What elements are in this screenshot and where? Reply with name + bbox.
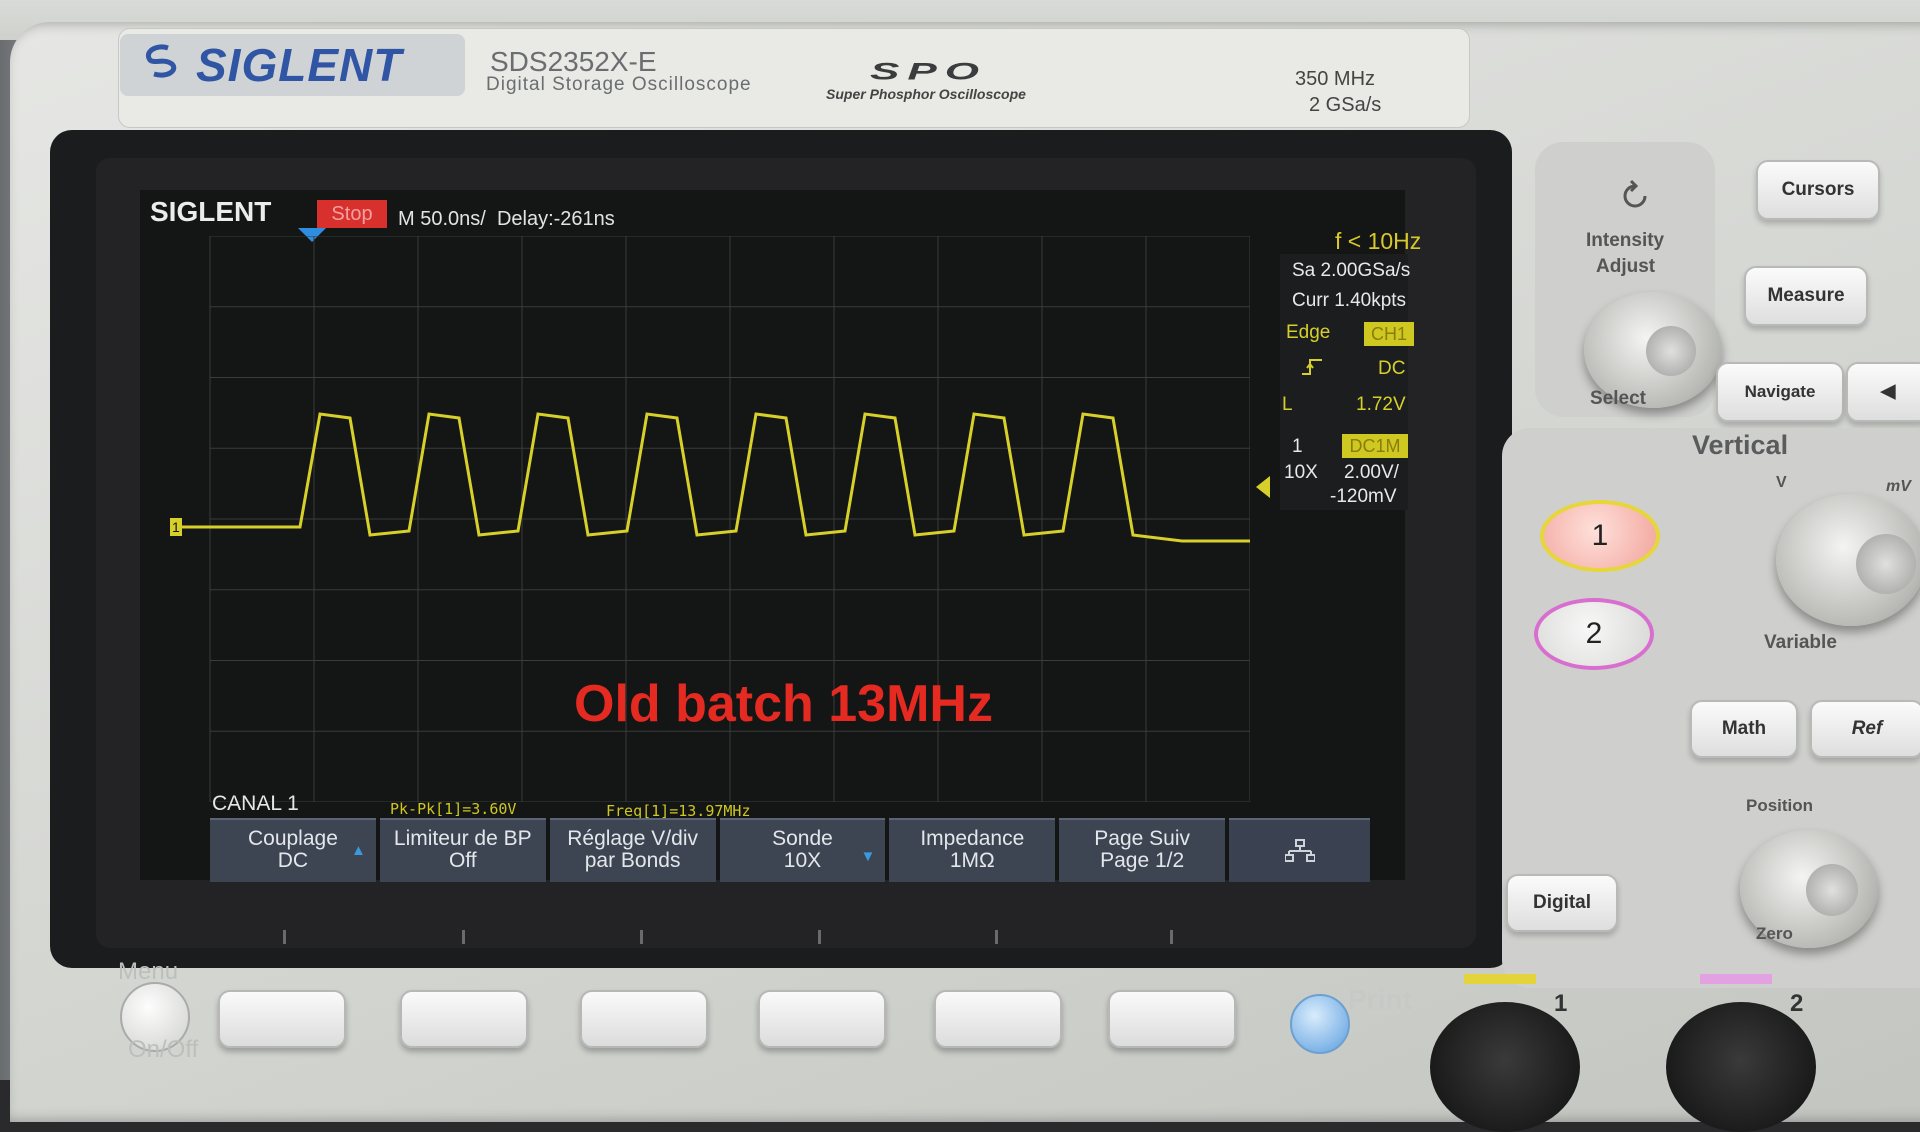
channel1-coupling: DC1M — [1342, 434, 1408, 458]
zero-label: Zero — [1756, 924, 1793, 943]
network-status — [1229, 818, 1371, 882]
menu-title: CANAL 1 — [212, 792, 299, 815]
softkey-tick — [1170, 930, 1173, 944]
volt-v-label: V — [1776, 474, 1787, 491]
vertical-title: Vertical — [1692, 430, 1789, 460]
softkey-button-6[interactable] — [1108, 990, 1236, 1048]
channel1-scale: 2.00V/ — [1344, 462, 1399, 483]
print-button[interactable] — [1290, 994, 1350, 1054]
softkey-value: Page 1/2 — [1100, 849, 1185, 872]
screen-logo: SIGLENT — [150, 196, 272, 227]
onoff-label: On/Off — [128, 1036, 199, 1063]
timebase-value: M 50.0ns/ — [398, 208, 486, 230]
cursors-button[interactable]: Cursors — [1756, 160, 1880, 220]
navigate-left-button[interactable]: ◀ — [1846, 362, 1920, 422]
timebase-readout: M 50.0ns/ Delay:-261ns — [398, 208, 615, 231]
ch2-color-bar — [1700, 974, 1772, 984]
triangle-left-icon: ◀ — [1880, 381, 1896, 402]
softkey-probe[interactable]: Sonde ▼ 10X — [719, 818, 886, 882]
siglent-swirl-icon — [146, 44, 177, 78]
network-icon — [1283, 839, 1316, 862]
ch1-trace — [170, 412, 1250, 543]
trigger-level-label: L — [1282, 394, 1293, 415]
ch1-ground-marker: 1 — [172, 519, 180, 535]
softkey-vdiv[interactable]: Réglage V/div par Bonds — [549, 818, 716, 882]
softkey-button-1[interactable] — [218, 990, 346, 1048]
trigger-level: 1.72V — [1356, 394, 1406, 415]
softkey-tick — [818, 930, 821, 944]
softkey-label: Couplage — [247, 827, 338, 850]
ref-button[interactable]: Ref — [1810, 700, 1920, 758]
math-button[interactable]: Math — [1690, 700, 1798, 758]
brand-logo: SIGLENT — [196, 39, 403, 91]
channel1-probe: 10X — [1284, 462, 1318, 483]
softkey-label: Impedance — [920, 827, 1025, 850]
series-subtitle: Super Phosphor Oscilloscope — [826, 86, 1026, 102]
channel1-offset: -120mV — [1330, 486, 1397, 507]
run-state-badge: Stop — [317, 200, 387, 228]
ch1-color-bar — [1464, 974, 1536, 984]
softkey-couplage[interactable]: Couplage ▲ DC — [210, 818, 376, 882]
volt-mv-label: mV — [1886, 478, 1911, 495]
softkey-tick — [640, 930, 643, 944]
softkey-button-5[interactable] — [934, 990, 1062, 1048]
frequency-indicator: f < 10Hz — [1335, 228, 1422, 254]
softkey-bw-limit[interactable]: Limiteur de BP Off — [379, 818, 546, 882]
rotate-icon — [1623, 179, 1647, 208]
channel1-button[interactable]: 1 — [1540, 500, 1660, 572]
softkey-tick — [995, 930, 998, 944]
measure-button[interactable]: Measure — [1744, 266, 1868, 326]
navigate-button[interactable]: Navigate — [1716, 362, 1844, 422]
digital-button[interactable]: Digital — [1506, 874, 1618, 932]
measurement-pkpk: Pk-Pk[1]=3.60V — [390, 800, 517, 818]
position-label: Position — [1746, 796, 1814, 815]
channel1-number: 1 — [1292, 436, 1303, 457]
softkey-impedance[interactable]: Impedance 1MΩ — [889, 818, 1056, 882]
trigger-coupling: DC — [1378, 358, 1406, 379]
softkey-tick — [283, 930, 286, 944]
arrow-up-icon: ▲ — [350, 842, 366, 859]
trigger-level-marker — [1256, 476, 1270, 498]
softkey-menu: Couplage ▲ DC Limiteur de BP Off Réglage V/… — [210, 818, 1371, 882]
softkey-label: Page Suiv — [1094, 827, 1190, 850]
arrow-down-icon: ▼ — [860, 848, 876, 865]
softkey-next-page[interactable]: Page Suiv Page 1/2 — [1059, 818, 1226, 882]
softkey-button-3[interactable] — [580, 990, 708, 1048]
select-label: Select — [1590, 388, 1646, 409]
spec-sample-rate: 2 GSa/s — [1309, 94, 1382, 116]
sample-rate: Sa 2.00GSa/s — [1292, 260, 1411, 281]
intensity-label: Intensity — [1586, 230, 1665, 251]
softkey-value: 1MΩ — [949, 849, 995, 872]
softkey-button-4[interactable] — [758, 990, 886, 1048]
softkey-label: Limiteur de BP — [393, 827, 532, 850]
rising-edge-icon — [1302, 359, 1322, 375]
series-logo: SPO — [870, 58, 987, 85]
ch2-bnc-connector[interactable] — [1666, 1002, 1816, 1132]
softkey-value: par Bonds — [584, 849, 681, 872]
trigger-type: Edge — [1286, 322, 1331, 343]
print-label: Print — [1348, 984, 1412, 1015]
softkey-label: Sonde — [772, 827, 833, 850]
model-subtitle: Digital Storage Oscilloscope — [486, 74, 752, 95]
memory-depth: Curr 1.40kpts — [1292, 290, 1407, 311]
spec-bandwidth: 350 MHz — [1295, 68, 1376, 90]
softkey-tick — [462, 930, 465, 944]
softkey-button-2[interactable] — [400, 990, 528, 1048]
bnc2-label: 2 — [1790, 990, 1804, 1017]
delay-value: Delay:-261ns — [496, 208, 615, 230]
adjust-label: Adjust — [1596, 256, 1656, 277]
ch1-bnc-connector[interactable] — [1430, 1002, 1580, 1132]
volts-div-knob[interactable] — [1776, 494, 1920, 626]
channel2-button[interactable]: 2 — [1534, 598, 1654, 670]
softkey-value: Off — [448, 849, 477, 872]
overlay-caption: Old batch 13MHz — [574, 675, 993, 733]
softkey-label: Réglage V/div — [567, 827, 698, 850]
trigger-source: CH1 — [1364, 322, 1414, 346]
variable-label: Variable — [1764, 632, 1837, 653]
bnc1-label: 1 — [1554, 990, 1568, 1017]
